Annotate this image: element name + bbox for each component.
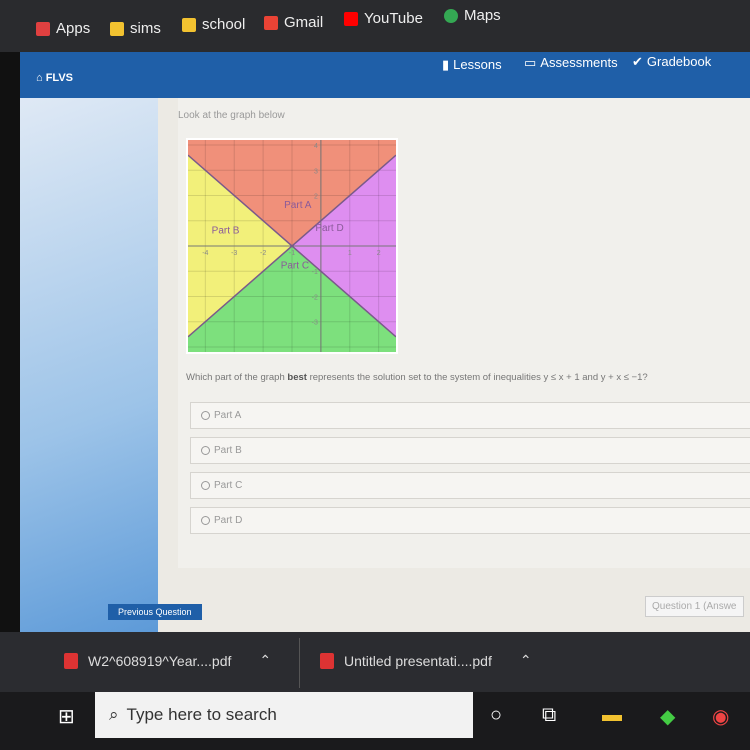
nav-assessments[interactable]: ▭ Assessments [524,55,618,71]
x-tick-label: -4 [202,250,208,257]
windows-start-icon[interactable]: ⊞ [58,704,75,729]
downloads-bar: W2^608919^Year....pdf ⌃ Untitled presenta… [0,632,750,692]
bookmark-apps[interactable]: Apps [36,20,90,37]
radio-icon[interactable] [201,446,210,455]
region-label: Part A [284,200,312,211]
bookmark-maps[interactable]: Maps [444,7,501,24]
pdf-icon [64,652,78,669]
taskbar-search-input[interactable]: ⌕ Type here to search [95,692,473,738]
browser-viewport: ⌂ FLVS ▮ Lessons ▭ Assessments ✔ Gradebook … [20,52,750,632]
chrome-icon[interactable]: ◉ [712,704,729,729]
radio-icon[interactable] [201,481,210,490]
y-tick-label: 2 [314,194,318,201]
nav-gradebook[interactable]: ✔ Gradebook [632,54,711,70]
youtube-icon [344,11,358,26]
bookmark-youtube[interactable]: YouTube [344,10,423,27]
x-tick-label: -2 [260,250,266,257]
bookmarks-bar: Apps sims school Gmail YouTube Maps [0,0,750,52]
apps-icon [36,21,50,36]
prompt-text: Look at the graph below [178,110,285,121]
y-tick-label: 4 [314,143,318,150]
region-label: Part D [315,223,343,234]
task-view-icon[interactable]: ⧉ [542,704,556,727]
graph-svg: -4 -3 -2 -1 1 2 4 3 2 -1 -2 -3 Part A Part B Part C Par… [187,140,397,352]
laptop-icon: ▭ [524,55,537,70]
x-tick-label: -3 [231,250,237,257]
chevron-up-icon[interactable]: ⌃ [520,652,532,669]
chevron-up-icon[interactable]: ⌃ [259,652,271,669]
y-tick-label: 3 [314,168,318,175]
option-part-c[interactable]: Part C [190,472,750,499]
flvs-home-link[interactable]: ⌂ FLVS [36,72,73,84]
x-tick-label: 2 [377,250,381,257]
sims-app-icon[interactable]: ◆ [660,704,675,729]
divider [299,638,300,688]
download-item[interactable]: Untitled presentati....pdf ⌃ [320,652,532,669]
pdf-icon [320,652,334,669]
previous-question-button[interactable]: Previous Question [108,604,202,620]
question-status-dropdown[interactable]: Question 1 (Answe [645,596,744,617]
cortana-icon[interactable]: ○ [490,704,502,727]
radio-icon[interactable] [201,411,210,420]
nav-lessons[interactable]: ▮ Lessons [442,57,502,73]
graph: -4 -3 -2 -1 1 2 4 3 2 -1 -2 -3 Part A Part B Part C Par… [186,138,398,354]
folder-icon [110,21,124,36]
y-tick-label: -3 [312,320,318,327]
question-text: Which part of the graph best represents … [186,372,648,383]
y-tick-label: -2 [312,294,318,301]
x-tick-label: 1 [348,250,352,257]
bookmark-school[interactable]: school [182,16,245,33]
folder-icon [182,17,196,32]
bookmark-sims[interactable]: sims [110,20,161,37]
y-tick-label: -1 [312,269,318,276]
region-label: Part C [281,261,309,272]
bookmark-gmail[interactable]: Gmail [264,14,323,31]
search-icon: ⌕ [109,705,119,724]
option-part-d[interactable]: Part D [190,507,750,534]
radio-icon[interactable] [201,516,210,525]
region-label: Part B [212,225,240,236]
maps-icon [444,8,458,23]
question-card: Look at the graph below -4 -3 -2 -1 1 2 4 3 2 -1-… [178,98,750,568]
top-nav: ⌂ FLVS ▮ Lessons ▭ Assessments ✔ Gradebook [20,52,750,98]
option-part-a[interactable]: Part A [190,402,750,429]
taskbar: ⊞ ⌕ Type here to search ○ ⧉ ▬ ◆ ◉ [0,692,750,750]
download-item[interactable]: W2^608919^Year....pdf ⌃ [64,652,271,669]
gmail-icon [264,15,278,30]
left-panel [20,98,158,632]
book-icon: ▮ [442,57,450,72]
file-explorer-icon[interactable]: ▬ [602,704,622,727]
check-icon: ✔ [632,54,643,69]
x-tick-label: -1 [289,250,295,257]
option-part-b[interactable]: Part B [190,437,750,464]
